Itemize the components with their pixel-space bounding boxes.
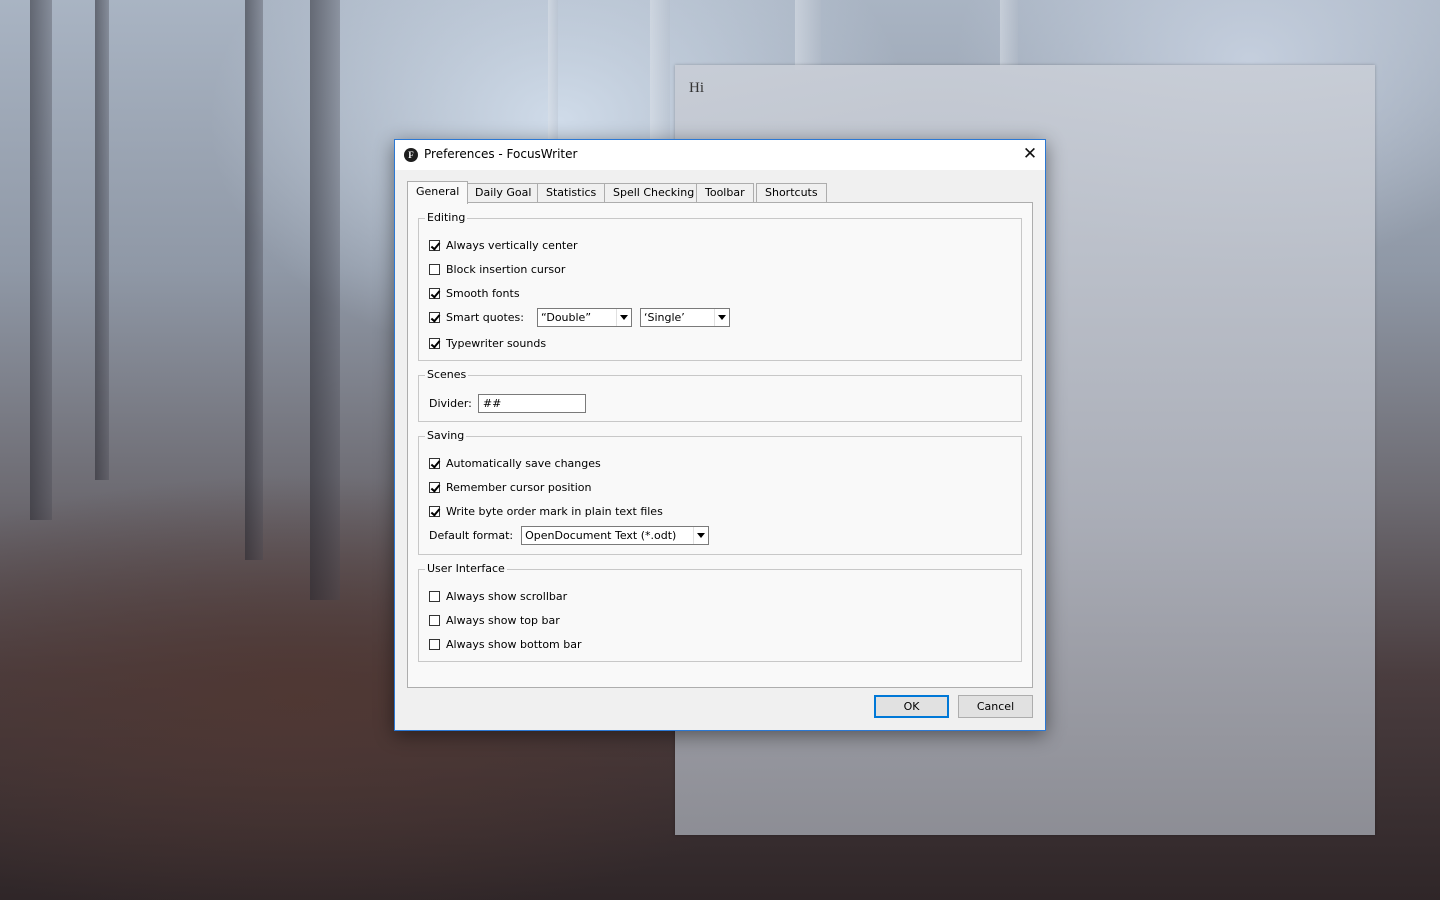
default-format-value: OpenDocument Text (*.odt)	[525, 529, 677, 542]
checkbox-box[interactable]	[429, 287, 440, 299]
checkbox-box[interactable]	[429, 481, 440, 493]
double-quotes-value: “Double”	[540, 311, 592, 324]
byte-order-mark-checkbox[interactable]: Write byte order mark in plain text file…	[429, 503, 663, 519]
checkbox-box[interactable]	[429, 457, 440, 469]
double-quotes-select[interactable]: “Double”	[536, 308, 632, 327]
editing-group-title: Editing	[425, 211, 468, 224]
tab-toolbar[interactable]: Toolbar	[696, 183, 754, 203]
focuswriter-app-icon: F	[404, 148, 418, 162]
saving-group-title: Saving	[425, 429, 467, 442]
single-quotes-select[interactable]: ‘Single’	[639, 308, 730, 327]
typewriter-sounds-checkbox[interactable]: Typewriter sounds	[429, 335, 546, 351]
tab-statistics[interactable]: Statistics	[537, 183, 606, 203]
general-tab-pane: Editing Always vertically center Block i…	[407, 202, 1033, 688]
chevron-down-icon[interactable]	[615, 309, 631, 326]
auto-save-checkbox[interactable]: Automatically save changes	[429, 455, 601, 471]
tab-general[interactable]: General	[407, 181, 469, 204]
single-quotes-value: ‘Single’	[643, 311, 685, 324]
editing-group: Editing Always vertically center Block i…	[418, 211, 1022, 361]
chevron-down-icon[interactable]	[693, 527, 708, 544]
document-text[interactable]: Hi	[689, 80, 704, 97]
user-interface-group: User Interface Always show scrollbar Alw…	[418, 562, 1022, 662]
chevron-down-icon[interactable]	[713, 309, 729, 326]
checkbox-label: Automatically save changes	[446, 456, 601, 470]
checkbox-box[interactable]	[429, 638, 440, 650]
preferences-dialog: F Preferences - FocusWriter ✕ General Da…	[394, 139, 1046, 731]
checkbox-label: Block insertion cursor	[446, 262, 566, 276]
default-format-select[interactable]: OpenDocument Text (*.odt)	[521, 526, 710, 545]
scenes-group-title: Scenes	[425, 368, 469, 381]
checkbox-label: Always show scrollbar	[446, 589, 568, 603]
always-show-bottom-bar-checkbox[interactable]: Always show bottom bar	[429, 636, 582, 652]
checkbox-box[interactable]	[429, 614, 440, 626]
checkbox-label: Always show top bar	[446, 613, 560, 627]
always-show-top-bar-checkbox[interactable]: Always show top bar	[429, 612, 560, 628]
default-format-row: Default format: OpenDocument Text (*.odt…	[429, 526, 710, 545]
divider-label: Divider:	[429, 396, 472, 410]
divider-row: Divider: ##	[429, 393, 586, 413]
tab-daily-goal[interactable]: Daily Goal	[466, 183, 541, 203]
tab-spell-checking[interactable]: Spell Checking	[604, 183, 704, 203]
checkbox-label: Always vertically center	[446, 238, 578, 252]
cancel-button[interactable]: Cancel	[958, 695, 1033, 718]
smart-quotes-row: Smart quotes: “Double” ‘Single’	[429, 308, 730, 327]
scenes-group: Scenes Divider: ##	[418, 368, 1022, 422]
saving-group: Saving Automatically save changes Rememb…	[418, 429, 1022, 555]
close-icon[interactable]: ✕	[1015, 140, 1045, 170]
checkbox-box[interactable]	[429, 263, 440, 275]
smart-quotes-checkbox[interactable]	[429, 312, 440, 323]
divider-input[interactable]: ##	[477, 393, 586, 413]
checkbox-box[interactable]	[429, 239, 440, 251]
always-show-scrollbar-checkbox[interactable]: Always show scrollbar	[429, 588, 567, 604]
dialog-titlebar[interactable]: F Preferences - FocusWriter ✕	[395, 140, 1045, 170]
checkbox-box[interactable]	[429, 337, 440, 349]
always-vertically-center-checkbox[interactable]: Always vertically center	[429, 237, 578, 253]
remember-cursor-checkbox[interactable]: Remember cursor position	[429, 479, 591, 495]
smart-quotes-label: Smart quotes:	[446, 311, 524, 324]
smooth-fonts-checkbox[interactable]: Smooth fonts	[429, 285, 520, 301]
block-insertion-cursor-checkbox[interactable]: Block insertion cursor	[429, 261, 565, 277]
checkbox-label: Always show bottom bar	[446, 637, 582, 651]
checkbox-label: Typewriter sounds	[446, 336, 547, 350]
checkbox-label: Smooth fonts	[446, 286, 520, 300]
default-format-label: Default format:	[429, 529, 514, 542]
checkbox-box[interactable]	[429, 590, 440, 602]
checkbox-label: Remember cursor position	[446, 480, 592, 494]
checkbox-label: Write byte order mark in plain text file…	[446, 504, 663, 518]
user-interface-group-title: User Interface	[425, 562, 507, 575]
ok-button[interactable]: OK	[874, 695, 949, 718]
dialog-title: Preferences - FocusWriter	[424, 147, 578, 161]
checkbox-box[interactable]	[429, 505, 440, 517]
tab-shortcuts[interactable]: Shortcuts	[756, 183, 827, 203]
